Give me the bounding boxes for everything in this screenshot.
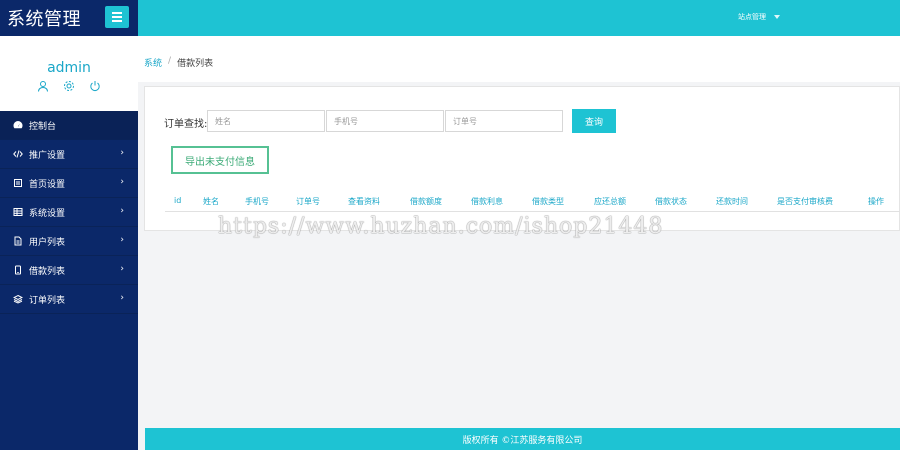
column-header: 借款类型 — [532, 197, 564, 206]
sidebar-item-loans[interactable]: 借款列表 › — [0, 256, 138, 285]
sidebar-nav: 控制台 推广设置 › 首页设置 › 系统设置 › 用户列表 › 借款列表 › 订… — [0, 111, 138, 314]
sidebar-item-dashboard[interactable]: 控制台 — [0, 111, 138, 140]
column-header: 应还总额 — [594, 197, 626, 206]
sidebar-item-label: 系统设置 — [29, 208, 66, 219]
footer-copyright: 版权所有 ©江苏服务有限公司 — [462, 435, 583, 446]
footer: 版权所有 ©江苏服务有限公司 — [145, 428, 900, 450]
gear-icon[interactable] — [63, 80, 75, 92]
search-label: 订单查找: — [164, 119, 208, 130]
user-icon[interactable] — [37, 80, 49, 92]
sidebar-item-label: 控制台 — [29, 121, 57, 132]
breadcrumb-separator: / — [168, 56, 172, 66]
chevron-right-icon: › — [120, 177, 124, 187]
power-icon[interactable] — [89, 80, 101, 92]
sidebar-item-label: 借款列表 — [29, 266, 66, 277]
sidebar-item-label: 首页设置 — [29, 179, 66, 190]
sidebar-item-homepage[interactable]: 首页设置 › — [0, 169, 138, 198]
search-button[interactable]: 查询 — [572, 109, 616, 133]
file-icon — [13, 236, 23, 246]
home-icon — [13, 178, 23, 188]
sidebar-item-orders[interactable]: 订单列表 › — [0, 285, 138, 314]
column-header: 查看资料 — [348, 197, 380, 206]
sidebar: 系统管理 admin 控制台 推广设置 › 首页设置 › 系统设置 › 用户列表… — [0, 0, 138, 450]
name-search-input[interactable]: 姓名 — [207, 110, 325, 132]
chevron-right-icon: › — [120, 148, 124, 158]
export-unpaid-button[interactable]: 导出未支付信息 — [171, 146, 269, 174]
column-header: 还款时间 — [716, 197, 748, 206]
chevron-right-icon: › — [120, 264, 124, 274]
sidebar-item-promotion[interactable]: 推广设置 › — [0, 140, 138, 169]
breadcrumb-root[interactable]: 系统 — [144, 56, 162, 69]
profile-card: admin — [0, 36, 138, 111]
grid-icon — [13, 207, 23, 217]
column-header: 手机号 — [245, 197, 269, 206]
column-header: 订单号 — [296, 197, 320, 206]
table-header: id 姓名 手机号 订单号 查看资料 借款额度 借款利息 借款类型 应还总额 借… — [165, 192, 900, 212]
breadcrumb-current: 借款列表 — [177, 59, 214, 69]
menu-toggle-button[interactable] — [105, 6, 129, 28]
breadcrumb: 系统 / 借款列表 — [144, 56, 213, 69]
profile-name[interactable]: admin — [0, 60, 138, 76]
sidebar-item-label: 用户列表 — [29, 237, 66, 248]
column-header: 借款状态 — [655, 197, 687, 206]
column-header: 是否支付审核费 — [777, 197, 833, 206]
brand-title: 系统管理 — [7, 9, 81, 30]
column-header: 姓名 — [203, 197, 219, 206]
column-header: id — [174, 196, 182, 205]
dashboard-icon — [13, 120, 23, 130]
sidebar-item-label: 订单列表 — [29, 295, 66, 306]
sidebar-item-system-settings[interactable]: 系统设置 › — [0, 198, 138, 227]
hamburger-icon — [112, 12, 122, 14]
loan-list-panel: 订单查找: 姓名 手机号 订单号 查询 导出未支付信息 id 姓名 手机号 订单… — [144, 86, 900, 231]
top-bar: 站点管理 — [138, 0, 900, 36]
watermark: https://www.huzhan.com/ishop21448 — [218, 214, 664, 239]
sidebar-item-users[interactable]: 用户列表 › — [0, 227, 138, 256]
chevron-right-icon: › — [120, 235, 124, 245]
layers-icon — [13, 294, 23, 304]
sidebar-item-label: 推广设置 — [29, 150, 66, 161]
code-icon — [13, 149, 23, 159]
chevron-right-icon: › — [120, 293, 124, 303]
order-search-input[interactable]: 订单号 — [445, 110, 563, 132]
tablet-icon — [13, 265, 23, 275]
chevron-right-icon: › — [120, 206, 124, 216]
user-menu-label: 站点管理 — [738, 13, 766, 21]
column-header: 借款额度 — [410, 197, 442, 206]
column-header: 借款利息 — [471, 197, 503, 206]
breadcrumb-bar: 系统 / 借款列表 — [138, 36, 900, 82]
column-header: 操作 — [868, 197, 884, 206]
caret-down-icon — [774, 15, 780, 19]
phone-search-input[interactable]: 手机号 — [326, 110, 444, 132]
user-menu[interactable]: 站点管理 — [738, 12, 780, 22]
